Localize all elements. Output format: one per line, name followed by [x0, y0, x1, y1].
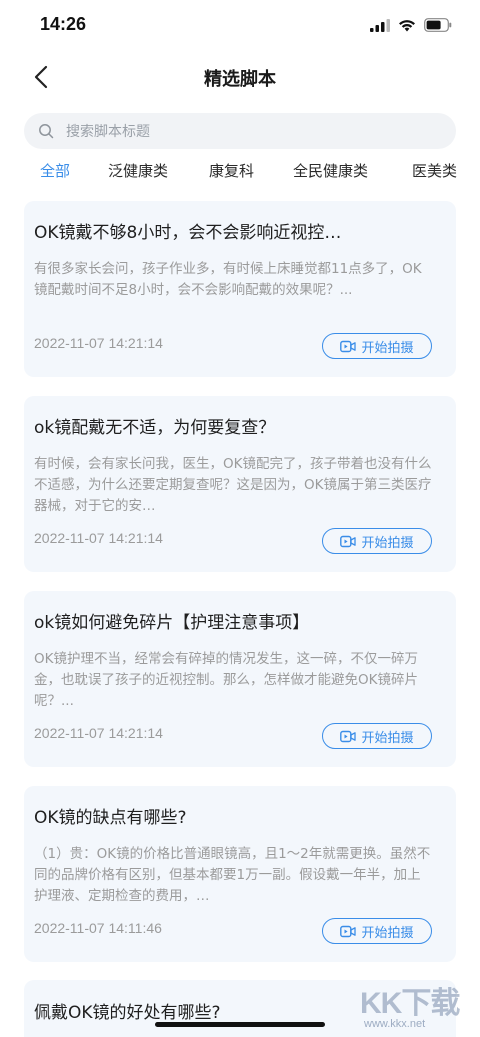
search-icon: [39, 124, 54, 139]
script-card[interactable]: ok镜如何避免碎片【护理注意事项】 OK镜护理不当，经常会有碎掉的情况发生，这一…: [24, 591, 456, 767]
tab-rehabilitation[interactable]: 康复科: [209, 160, 254, 181]
card-title: ok镜如何避免碎片【护理注意事项】: [34, 613, 310, 633]
card-title: ok镜配戴无不适，为何要复查？: [34, 418, 276, 438]
tab-public-health[interactable]: 全民健康类: [293, 160, 368, 181]
status-bar: 14:26: [0, 0, 480, 52]
watermark-logo: KK下载 www.kkx.net: [360, 978, 470, 1034]
start-shooting-button[interactable]: 开始拍摄: [322, 723, 432, 749]
script-card[interactable]: OK镜戴不够8小时，会不会影响近视控… 有很多家长会问，孩子作业多，有时候上床睡…: [24, 201, 456, 377]
script-card[interactable]: OK镜的缺点有哪些? （1）贵：OK镜的价格比普通眼镜高，且1～2年就需更换。虽…: [24, 786, 456, 962]
search-input[interactable]: 搜索脚本标题: [24, 113, 456, 149]
status-time: 14:26: [40, 14, 87, 34]
card-date: 2022-11-07 14:11:46: [34, 920, 162, 936]
status-icons: [370, 17, 452, 36]
card-description: 有时候，会有家长问我，医生，OK镜配完了，孩子带着也没有什么不适感，为什么还要定…: [34, 456, 432, 514]
script-card[interactable]: ok镜配戴无不适，为何要复查？ 有时候，会有家长问我，医生，OK镜配完了，孩子带…: [24, 396, 456, 572]
card-date: 2022-11-07 14:21:14: [34, 530, 163, 546]
watermark-text: KK下载: [360, 987, 460, 1020]
battery-icon: [424, 17, 452, 36]
video-camera-icon: [340, 730, 357, 742]
card-date: 2022-11-07 14:21:14: [34, 335, 163, 351]
tab-general-health[interactable]: 泛健康类: [108, 160, 168, 181]
tab-medical-beauty[interactable]: 医美类: [412, 160, 457, 181]
start-shooting-label: 开始拍摄: [361, 730, 414, 746]
card-title: OK镜的缺点有哪些?: [34, 808, 187, 828]
video-camera-icon: [340, 925, 357, 937]
card-date: 2022-11-07 14:21:14: [34, 725, 163, 741]
card-description: （1）贵：OK镜的价格比普通眼镜高，且1～2年就需更换。虽然不同的品牌价格有区别…: [34, 846, 431, 904]
start-shooting-label: 开始拍摄: [361, 340, 414, 356]
signal-icon: [370, 17, 390, 36]
category-tabs: 全部 泛健康类 康复科 全民健康类 医美类: [0, 158, 480, 188]
home-indicator[interactable]: [155, 1022, 325, 1027]
start-shooting-label: 开始拍摄: [361, 925, 414, 941]
watermark-url: www.kkx.net: [364, 1018, 426, 1030]
video-camera-icon: [340, 340, 357, 352]
card-title: OK镜戴不够8小时，会不会影响近视控…: [34, 223, 342, 243]
start-shooting-label: 开始拍摄: [361, 535, 414, 551]
wifi-icon: [398, 17, 416, 36]
start-shooting-button[interactable]: 开始拍摄: [322, 528, 432, 554]
start-shooting-button[interactable]: 开始拍摄: [322, 333, 432, 359]
tab-all[interactable]: 全部: [40, 160, 70, 181]
page-title: 精选脚本: [204, 69, 276, 90]
nav-bar: 精选脚本: [0, 52, 480, 102]
start-shooting-button[interactable]: 开始拍摄: [322, 918, 432, 944]
search-placeholder: 搜索脚本标题: [66, 124, 150, 140]
video-camera-icon: [340, 535, 357, 547]
card-description: 有很多家长会问，孩子作业多，有时候上床睡觉都11点多了，OK镜配戴时间不足8小时…: [34, 261, 422, 298]
card-description: OK镜护理不当，经常会有碎掉的情况发生，这一碎，不仅一碎万金，也耽误了孩子的近视…: [34, 651, 418, 709]
